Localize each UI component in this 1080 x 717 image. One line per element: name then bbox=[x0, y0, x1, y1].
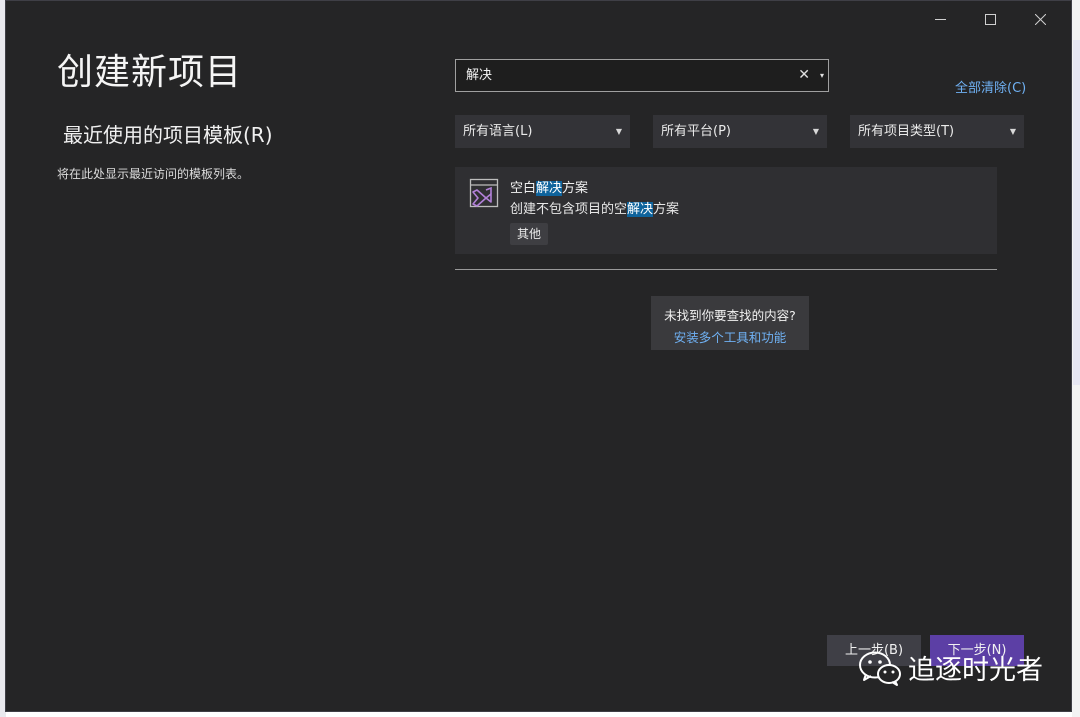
window-controls bbox=[915, 7, 1065, 31]
chevron-down-icon: ▼ bbox=[615, 127, 622, 136]
result-title: 空白解决方案 bbox=[510, 177, 588, 196]
page-title: 创建新项目 bbox=[57, 52, 243, 93]
clear-all-link[interactable]: 全部清除(C) bbox=[955, 77, 1026, 96]
search-highlight: 解决 bbox=[536, 181, 563, 196]
project-type-filter-dropdown[interactable]: 所有项目类型(T) ▼ bbox=[850, 115, 1024, 148]
recent-templates-empty-text: 将在此处显示最近访问的模板列表。 bbox=[57, 167, 250, 181]
close-icon[interactable] bbox=[1015, 7, 1065, 31]
install-tools-link[interactable]: 安装多个工具和功能 bbox=[651, 327, 809, 346]
search-input[interactable] bbox=[466, 60, 766, 91]
result-description: 创建不包含项目的空解决方案 bbox=[510, 198, 679, 217]
minimize-icon[interactable] bbox=[915, 7, 965, 31]
not-found-panel: 未找到你要查找的内容? 安装多个工具和功能 bbox=[651, 296, 809, 350]
not-found-question: 未找到你要查找的内容? bbox=[664, 308, 796, 323]
watermark-text: 追逐时光者 bbox=[908, 655, 1043, 686]
maximize-icon[interactable] bbox=[965, 7, 1015, 31]
results-divider bbox=[455, 269, 997, 270]
chevron-down-icon: ▼ bbox=[812, 127, 819, 136]
chevron-down-icon: ▼ bbox=[1009, 127, 1016, 136]
result-desc-part: 创建不包含项目的空 bbox=[510, 202, 628, 217]
result-desc-part: 方案 bbox=[653, 202, 680, 217]
wechat-icon bbox=[858, 649, 902, 687]
platform-filter-label: 所有平台(P) bbox=[661, 124, 731, 139]
language-filter-dropdown[interactable]: 所有语言(L) ▼ bbox=[455, 115, 630, 148]
watermark: 追逐时光者 bbox=[858, 648, 1043, 687]
result-title-part: 空白 bbox=[510, 181, 537, 196]
search-highlight: 解决 bbox=[627, 202, 654, 217]
background-app-edge-right bbox=[1072, 0, 1080, 717]
clear-search-icon[interactable]: ✕ bbox=[798, 60, 810, 91]
search-history-dropdown-icon[interactable]: ▾ bbox=[820, 60, 824, 91]
background-pane bbox=[1073, 40, 1080, 385]
template-search-box: ✕ ▾ bbox=[455, 59, 829, 92]
project-type-filter-label: 所有项目类型(T) bbox=[858, 124, 955, 139]
template-result-blank-solution[interactable]: 空白解决方案 创建不包含项目的空解决方案 其他 bbox=[455, 167, 997, 254]
recent-templates-heading: 最近使用的项目模板(R) bbox=[63, 123, 273, 147]
language-filter-label: 所有语言(L) bbox=[463, 124, 533, 139]
result-title-part: 方案 bbox=[562, 181, 589, 196]
visual-studio-solution-icon bbox=[469, 178, 499, 208]
platform-filter-dropdown[interactable]: 所有平台(P) ▼ bbox=[653, 115, 827, 148]
create-new-project-dialog: 创建新项目 最近使用的项目模板(R) 将在此处显示最近访问的模板列表。 ✕ ▾ … bbox=[5, 0, 1072, 712]
result-tag: 其他 bbox=[510, 223, 549, 245]
